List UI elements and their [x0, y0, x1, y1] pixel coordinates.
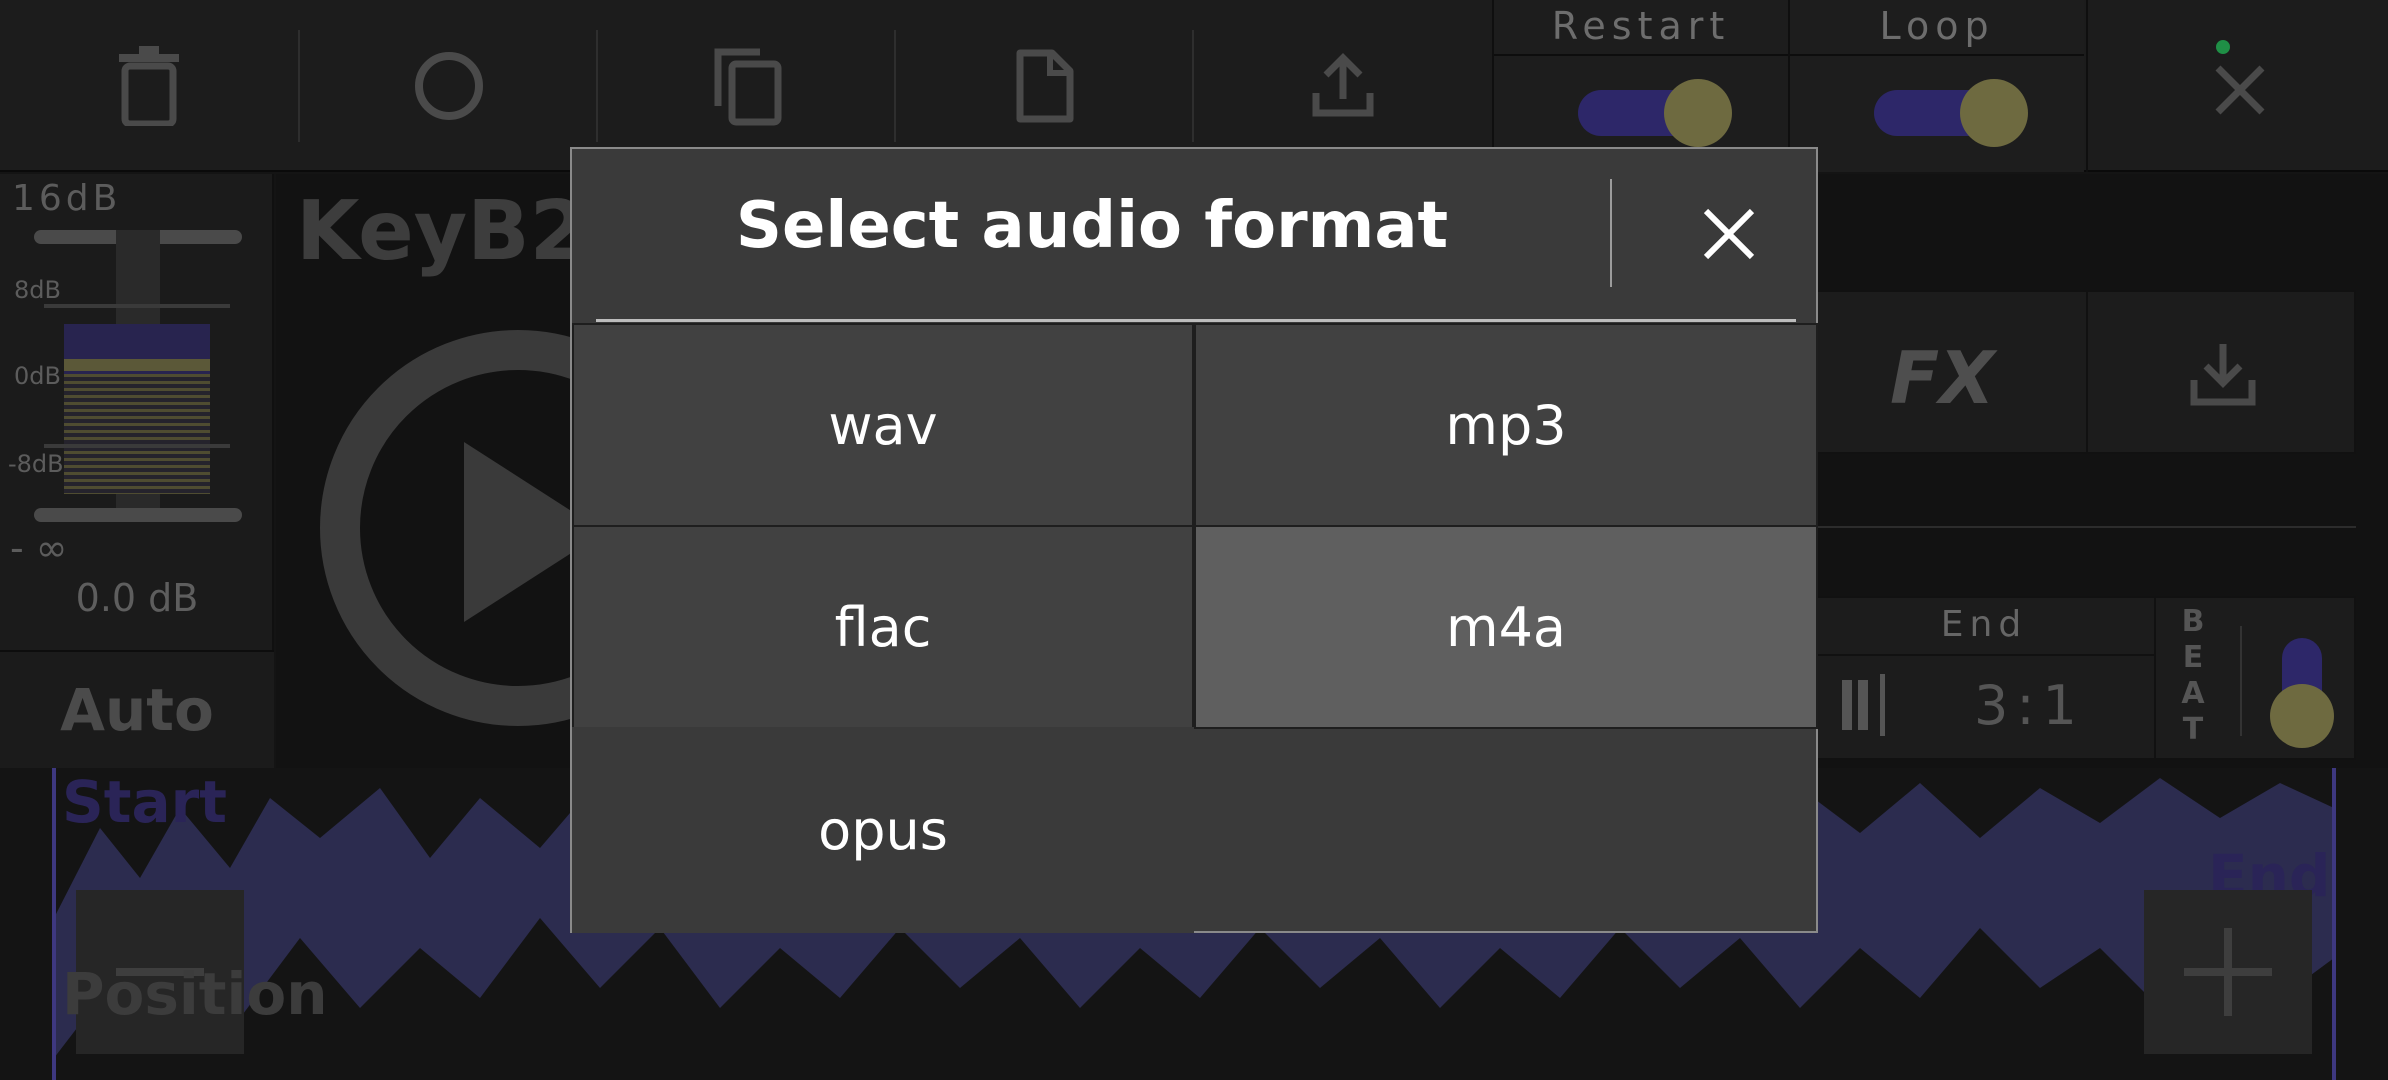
meter-tick	[44, 304, 230, 308]
file-icon	[1016, 49, 1074, 123]
format-option-m4a[interactable]: m4a	[1194, 525, 1818, 729]
pause-icon[interactable]	[1842, 680, 1852, 730]
pause-icon-bar	[1858, 680, 1868, 730]
meter-level-line	[64, 359, 210, 371]
beat-label: B E A T	[2178, 604, 2208, 748]
meter-bar-bottom	[34, 508, 242, 522]
volume-meter[interactable]: 16dB 8dB 0dB -8dB - ∞ 0.0 dB	[0, 174, 274, 650]
download-icon[interactable]	[2190, 340, 2256, 406]
fx-button[interactable]: FX	[1890, 336, 1995, 420]
beat-letter: E	[2182, 640, 2204, 675]
dialog-header-line	[596, 319, 1796, 322]
divider	[1812, 526, 2356, 528]
beat-letter: T	[2182, 712, 2204, 747]
beat-letter: B	[2181, 604, 2205, 639]
copy-icon	[714, 48, 782, 126]
format-option-opus[interactable]: opus	[572, 727, 1194, 933]
meter-level-bars	[64, 374, 210, 494]
close-icon	[1703, 208, 1755, 260]
delete-button[interactable]	[0, 0, 298, 172]
trash-icon	[119, 46, 179, 126]
share-icon	[1312, 53, 1374, 117]
waveform-start-label: Start	[62, 768, 227, 836]
end-label: End	[1940, 604, 2028, 645]
auto-button[interactable]: Auto	[0, 650, 274, 768]
close-icon	[2215, 65, 2265, 115]
restart-toggle-knob[interactable]	[1664, 79, 1732, 147]
toggle-separator	[1790, 54, 2084, 56]
meter-value: 0.0 dB	[75, 576, 199, 620]
meter-tick	[44, 444, 230, 448]
plus-icon-vertical	[2224, 928, 2232, 1016]
waveform-position-label: Position	[62, 960, 328, 1028]
status-dot	[2216, 40, 2230, 54]
record-icon	[415, 52, 483, 120]
meter-mark-neg8db: -8dB	[8, 450, 64, 478]
track-title: KeyB2	[296, 184, 587, 279]
loop-toggle-knob[interactable]	[1960, 79, 2028, 147]
divider	[1814, 654, 2154, 656]
end-value[interactable]: 3:1	[1974, 674, 2085, 737]
divider	[2240, 626, 2242, 736]
end-beat-panel: End 3:1 B E A T	[1812, 596, 2356, 760]
format-option-mp3[interactable]: mp3	[1194, 323, 1818, 527]
dialog-header-divider	[1610, 179, 1612, 287]
meter-top-label: 16dB	[12, 178, 122, 219]
divider	[2086, 292, 2088, 452]
zoom-in-button[interactable]	[2144, 890, 2312, 1054]
close-editor-button[interactable]	[2086, 0, 2388, 172]
loop-label: Loop	[1879, 4, 1995, 48]
meter-neg-infinity: - ∞	[10, 526, 68, 570]
dialog-title: Select audio format	[735, 189, 1449, 263]
divider	[2154, 598, 2156, 758]
meter-mark-8db: 8dB	[14, 276, 61, 304]
loop-toggle-group: Loop	[1788, 0, 2084, 172]
restart-label: Restart	[1551, 4, 1731, 48]
beat-letter: A	[2181, 676, 2205, 711]
meter-mark-0db: 0dB	[14, 362, 61, 390]
fx-export-bar: FX	[1812, 290, 2356, 454]
beat-toggle-knob[interactable]	[2270, 684, 2334, 748]
audio-format-dialog: Select audio format wav mp3 flac m4a opu…	[570, 147, 1818, 933]
separator	[1880, 674, 1885, 736]
dialog-close-button[interactable]	[1682, 187, 1776, 281]
format-option-wav[interactable]: wav	[572, 323, 1194, 527]
toggle-separator	[1494, 54, 1788, 56]
format-option-flac[interactable]: flac	[572, 525, 1194, 729]
record-button[interactable]	[300, 0, 598, 172]
